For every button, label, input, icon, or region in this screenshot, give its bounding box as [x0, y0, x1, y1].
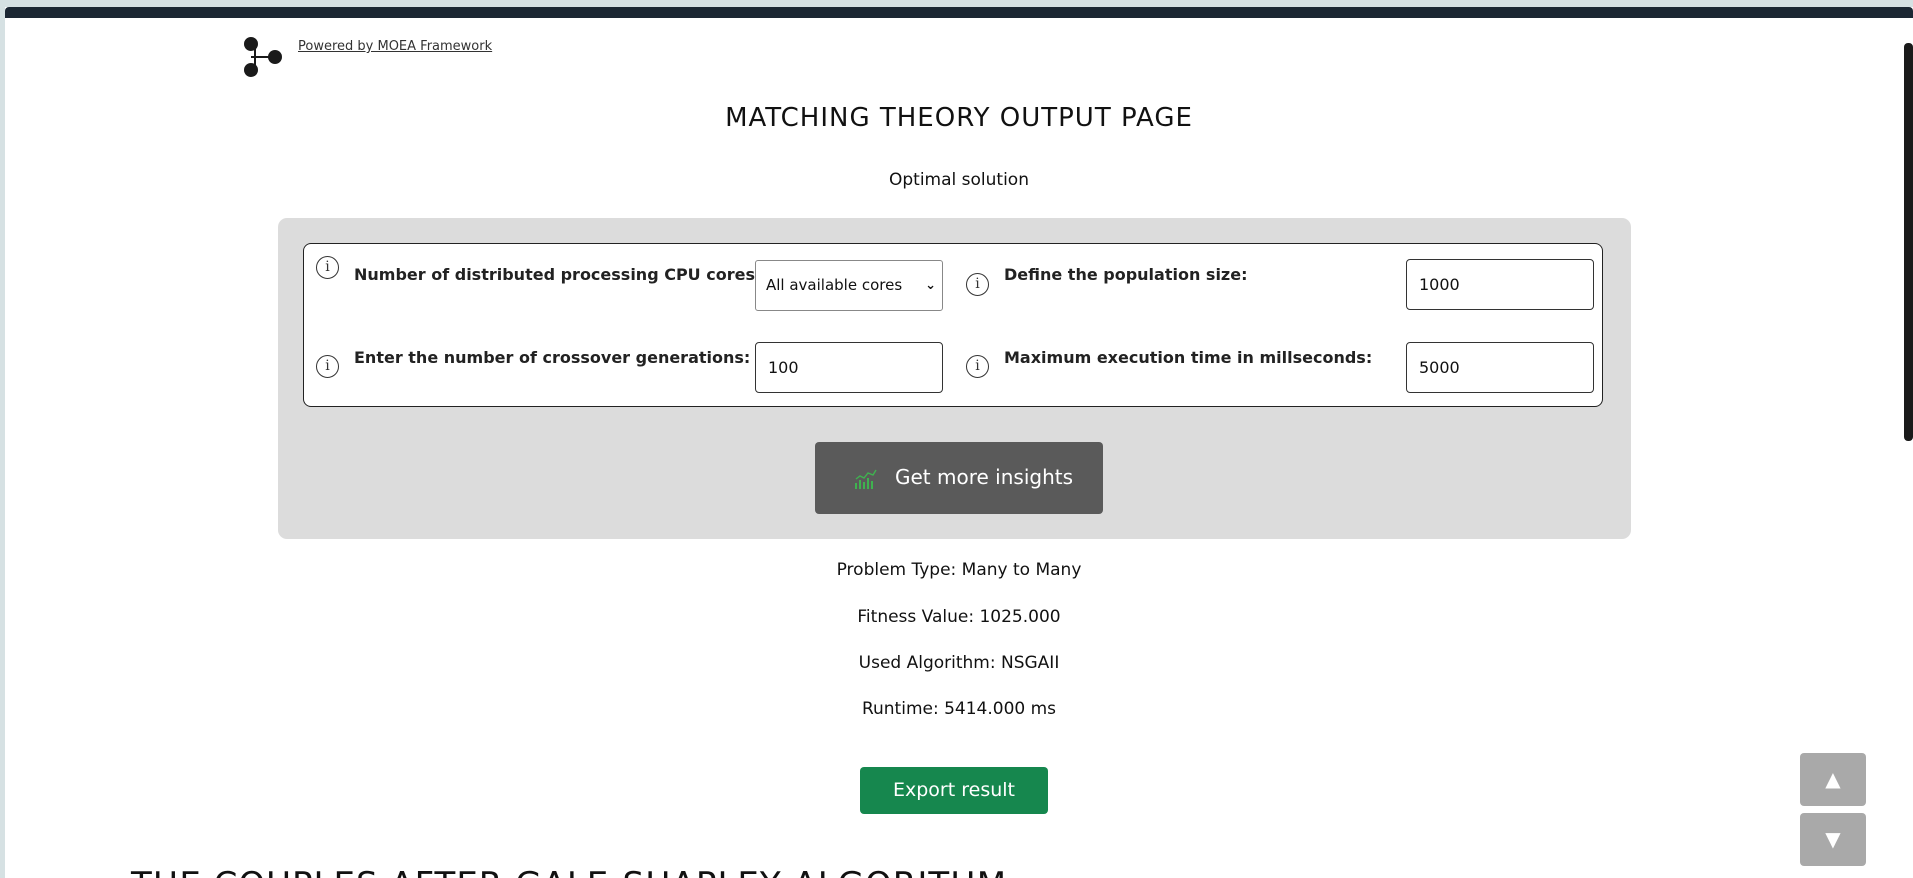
section-heading: THE COUPLES AFTER GALE-SHAPLEY ALGORITHM	[131, 865, 1007, 878]
scroll-down-button[interactable]: ▼	[1800, 813, 1866, 866]
window-top-bar	[5, 7, 1913, 18]
powered-by-link[interactable]: Powered by MOEA Framework	[298, 39, 492, 54]
bar-chart-icon	[855, 469, 877, 489]
exectime-input[interactable]	[1406, 342, 1594, 393]
generations-label: Enter the number of crossover generation…	[354, 348, 751, 367]
scroll-up-button[interactable]: ▲	[1800, 753, 1866, 806]
page-title: MATCHING THEORY OUTPUT PAGE	[725, 103, 1193, 133]
info-icon[interactable]: i	[316, 256, 339, 279]
used-algorithm: Used Algorithm: NSGAII	[858, 653, 1060, 673]
cores-label: Number of distributed processing CPU cor…	[354, 265, 762, 284]
moea-logo-icon	[244, 37, 282, 77]
settings-panel: i Number of distributed processing CPU c…	[278, 218, 1631, 539]
info-icon[interactable]: i	[316, 355, 339, 378]
export-result-button[interactable]: Export result	[860, 767, 1048, 814]
cores-select-value: All available cores	[766, 276, 903, 294]
get-insights-label: Get more insights	[895, 465, 1074, 489]
runtime: Runtime: 5414.000 ms	[861, 699, 1057, 719]
population-input[interactable]	[1406, 259, 1594, 310]
chevron-down-icon: ⌄	[925, 278, 936, 293]
info-icon[interactable]: i	[966, 355, 989, 378]
exectime-label: Maximum execution time in millseconds:	[1004, 348, 1373, 367]
settings-form: i Number of distributed processing CPU c…	[303, 243, 1603, 407]
app-window: Powered by MOEA Framework MATCHING THEOR…	[5, 7, 1913, 878]
cores-select[interactable]: All available cores ⌄	[755, 260, 943, 311]
chevron-up-icon: ▲	[1825, 767, 1841, 791]
fitness-value: Fitness Value: 1025.000	[857, 607, 1061, 627]
chevron-down-icon: ▼	[1825, 827, 1841, 851]
population-label: Define the population size:	[1004, 265, 1248, 284]
info-icon[interactable]: i	[966, 273, 989, 296]
get-insights-button[interactable]: Get more insights	[815, 442, 1103, 514]
generations-input[interactable]	[755, 342, 943, 393]
page-subtitle: Optimal solution	[889, 170, 1029, 190]
problem-type: Problem Type: Many to Many	[836, 560, 1082, 580]
